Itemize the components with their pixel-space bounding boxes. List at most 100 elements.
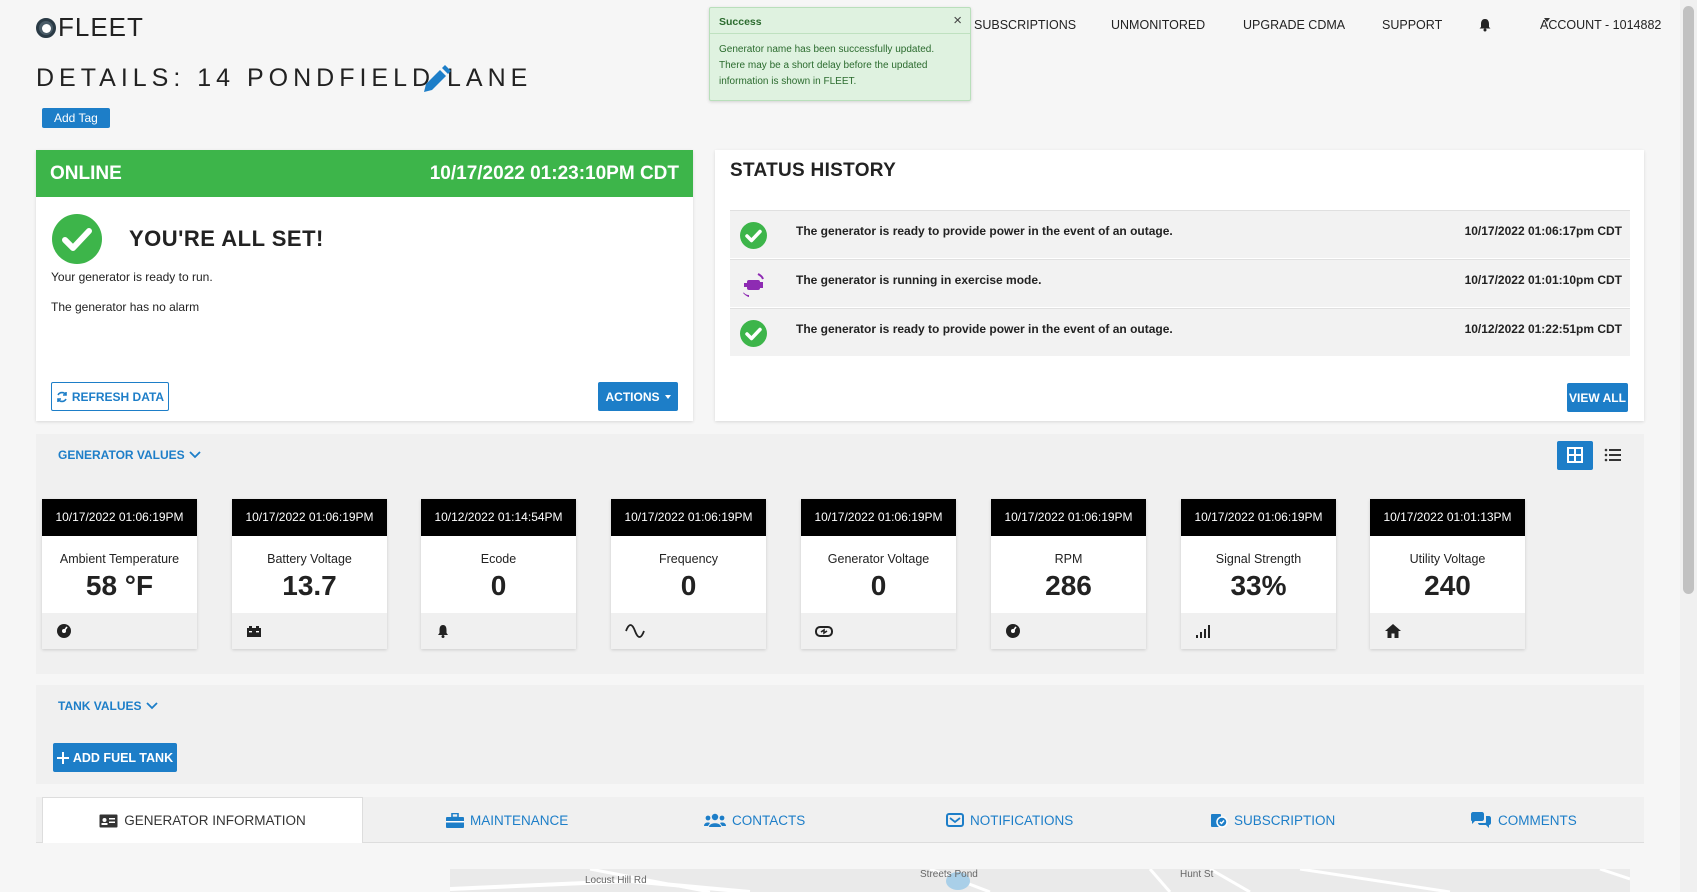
tile-label: Frequency bbox=[658, 552, 719, 566]
tab-label: GENERATOR INFORMATION bbox=[124, 813, 306, 828]
online-status-card: ONLINE 10/17/2022 01:23:10PM CDT YOU'RE … bbox=[36, 150, 693, 421]
add-fuel-label: ADD FUEL TANK bbox=[72, 750, 174, 765]
map-label: Hunt St bbox=[1180, 869, 1214, 880]
tab-label: MAINTENANCE bbox=[470, 812, 569, 828]
tile-label: RPM bbox=[1054, 552, 1083, 566]
tile-value: 0 bbox=[490, 570, 507, 601]
close-icon[interactable]: × bbox=[953, 12, 962, 29]
value-tile-generator-voltage[interactable]: 10/17/2022 01:06:19PM CDT Generator Volt… bbox=[801, 499, 956, 649]
history-time: 10/12/2022 01:22:51pm CDT bbox=[1464, 322, 1622, 336]
check-circle-icon bbox=[740, 222, 767, 249]
success-toast: Success × Generator name has been succes… bbox=[709, 7, 971, 101]
tab-comments[interactable]: COMMENTS bbox=[1470, 797, 1577, 843]
plus-icon bbox=[56, 751, 69, 764]
add-tag-button[interactable]: Add Tag bbox=[42, 108, 110, 128]
list-icon[interactable] bbox=[1603, 445, 1623, 465]
chevron-down-icon bbox=[664, 394, 671, 399]
tab-maintenance[interactable]: MAINTENANCE bbox=[446, 797, 568, 843]
tile-timestamp: 10/17/2022 01:06:19PM CDT bbox=[801, 499, 956, 561]
tank-values-section: TANK VALUES ADD FUEL TANK bbox=[36, 685, 1644, 784]
refresh-data-button[interactable]: REFRESH DATA bbox=[51, 382, 169, 411]
grid-icon bbox=[1567, 447, 1583, 463]
tab-label: NOTIFICATIONS bbox=[970, 812, 1074, 828]
value-tile-ecode[interactable]: 10/12/2022 01:14:54PM CDT Ecode 0 bbox=[421, 499, 576, 649]
tile-label: Generator Voltage bbox=[827, 552, 930, 566]
exercise-icon bbox=[742, 273, 764, 297]
history-row: The generator is ready to provide power … bbox=[730, 308, 1630, 356]
envelope-icon bbox=[946, 813, 964, 827]
chevron-down-icon bbox=[189, 451, 201, 459]
value-tile-frequency[interactable]: 10/17/2022 01:06:19PM CDT Frequency 0 bbox=[611, 499, 766, 649]
bell-icon bbox=[438, 625, 448, 638]
generator-icon bbox=[815, 626, 833, 637]
gauge-icon bbox=[57, 624, 71, 638]
tab-contacts[interactable]: CONTACTS bbox=[704, 797, 805, 843]
nav-subscriptions[interactable]: SUBSCRIPTIONS bbox=[974, 18, 1076, 32]
tile-timestamp: 10/17/2022 01:06:19PM CDT bbox=[611, 499, 766, 561]
tile-label: Battery Voltage bbox=[267, 552, 352, 566]
users-icon bbox=[704, 813, 726, 827]
wave-icon bbox=[625, 624, 645, 638]
chevron-down-icon bbox=[1544, 18, 1550, 22]
history-time: 10/17/2022 01:01:10pm CDT bbox=[1464, 273, 1622, 287]
value-tile-utility-voltage[interactable]: 10/17/2022 01:01:13PM CDT Utility Voltag… bbox=[1370, 499, 1525, 649]
actions-label: ACTIONS bbox=[605, 389, 660, 404]
chevron-down-icon bbox=[145, 702, 158, 710]
tile-label: Ecode bbox=[480, 552, 517, 566]
tile-value: 0 bbox=[870, 570, 887, 601]
tile-value: 33% bbox=[1230, 570, 1287, 601]
tab-subscription[interactable]: SUBSCRIPTION bbox=[1210, 797, 1335, 843]
online-header: ONLINE 10/17/2022 01:23:10PM CDT bbox=[36, 150, 693, 197]
fleet-logo[interactable]: FLEET bbox=[36, 12, 144, 43]
value-tile-signal-strength[interactable]: 10/17/2022 01:06:19PM CDT Signal Strengt… bbox=[1181, 499, 1336, 649]
history-time: 10/17/2022 01:06:17pm CDT bbox=[1464, 224, 1622, 238]
generator-values-toggle[interactable]: GENERATOR VALUES bbox=[58, 448, 201, 462]
detail-tabs: GENERATOR INFORMATION MAINTENANCE CONTAC… bbox=[36, 797, 1644, 843]
value-tile-battery-voltage[interactable]: 10/17/2022 01:06:19PM CDT Battery Voltag… bbox=[232, 499, 387, 649]
value-tile-rpm[interactable]: 10/17/2022 01:06:19PM CDT RPM 286 bbox=[991, 499, 1146, 649]
tab-label: SUBSCRIPTION bbox=[1234, 812, 1336, 828]
pencil-icon[interactable] bbox=[418, 64, 452, 98]
history-text: The generator is running in exercise mod… bbox=[796, 273, 1042, 287]
history-row: The generator is running in exercise mod… bbox=[730, 259, 1630, 307]
view-all-button[interactable]: VIEW ALL bbox=[1567, 383, 1628, 412]
tab-generator-information[interactable]: GENERATOR INFORMATION bbox=[42, 797, 363, 843]
toast-title: Success bbox=[710, 8, 970, 34]
logo-icon bbox=[36, 17, 56, 38]
toolbox-icon bbox=[446, 812, 464, 828]
nav-support[interactable]: SUPPORT bbox=[1382, 18, 1442, 32]
tile-label: Signal Strength bbox=[1215, 552, 1302, 566]
tank-values-toggle[interactable]: TANK VALUES bbox=[58, 699, 158, 713]
actions-dropdown-button[interactable]: ACTIONS bbox=[598, 382, 678, 411]
gauge-icon bbox=[1006, 624, 1020, 638]
nav-upgrade-cdma[interactable]: UPGRADE CDMA bbox=[1243, 18, 1345, 32]
all-set-heading: YOU'RE ALL SET! bbox=[129, 226, 324, 251]
tab-notifications[interactable]: NOTIFICATIONS bbox=[946, 797, 1073, 843]
tile-value: 0 bbox=[680, 570, 697, 601]
generator-values-label: GENERATOR VALUES bbox=[58, 448, 185, 462]
tile-timestamp: 10/17/2022 01:01:13PM CDT bbox=[1370, 499, 1525, 561]
page-title: DETAILS: 14 PONDFIELD LANE bbox=[36, 64, 533, 92]
add-fuel-tank-button[interactable]: ADD FUEL TANK bbox=[53, 743, 177, 772]
account-label: ACCOUNT - 1014882 bbox=[1540, 18, 1662, 32]
scrollbar-thumb[interactable] bbox=[1683, 6, 1694, 594]
page-scrollbar[interactable] bbox=[1680, 0, 1697, 892]
status-history-card: STATUS HISTORY The generator is ready to… bbox=[715, 150, 1644, 421]
generator-values-section: GENERATOR VALUES 10/17/2022 01:06:19PM C… bbox=[36, 434, 1644, 674]
grid-view-button[interactable] bbox=[1557, 441, 1593, 470]
refresh-icon bbox=[57, 391, 67, 402]
tile-timestamp: 10/17/2022 01:06:19PM CDT bbox=[42, 499, 197, 561]
tile-value: 13.7 bbox=[282, 570, 337, 601]
value-tile-ambient-temperature[interactable]: 10/17/2022 01:06:19PM CDT Ambient Temper… bbox=[42, 499, 197, 649]
history-text: The generator is ready to provide power … bbox=[796, 224, 1173, 238]
location-map[interactable]: Locust Hill Rd Hunt St Streets Pond bbox=[450, 869, 1630, 892]
tank-values-label: TANK VALUES bbox=[58, 699, 142, 713]
online-state: ONLINE bbox=[50, 162, 122, 184]
nav-unmonitored[interactable]: UNMONITORED bbox=[1111, 18, 1205, 32]
bell-icon[interactable] bbox=[1478, 18, 1492, 32]
home-icon bbox=[1385, 624, 1401, 638]
tile-label: Utility Voltage bbox=[1409, 552, 1486, 566]
history-row: The generator is ready to provide power … bbox=[730, 210, 1630, 258]
tile-timestamp: 10/17/2022 01:06:19PM CDT bbox=[991, 499, 1146, 561]
subscription-icon bbox=[1211, 814, 1228, 828]
